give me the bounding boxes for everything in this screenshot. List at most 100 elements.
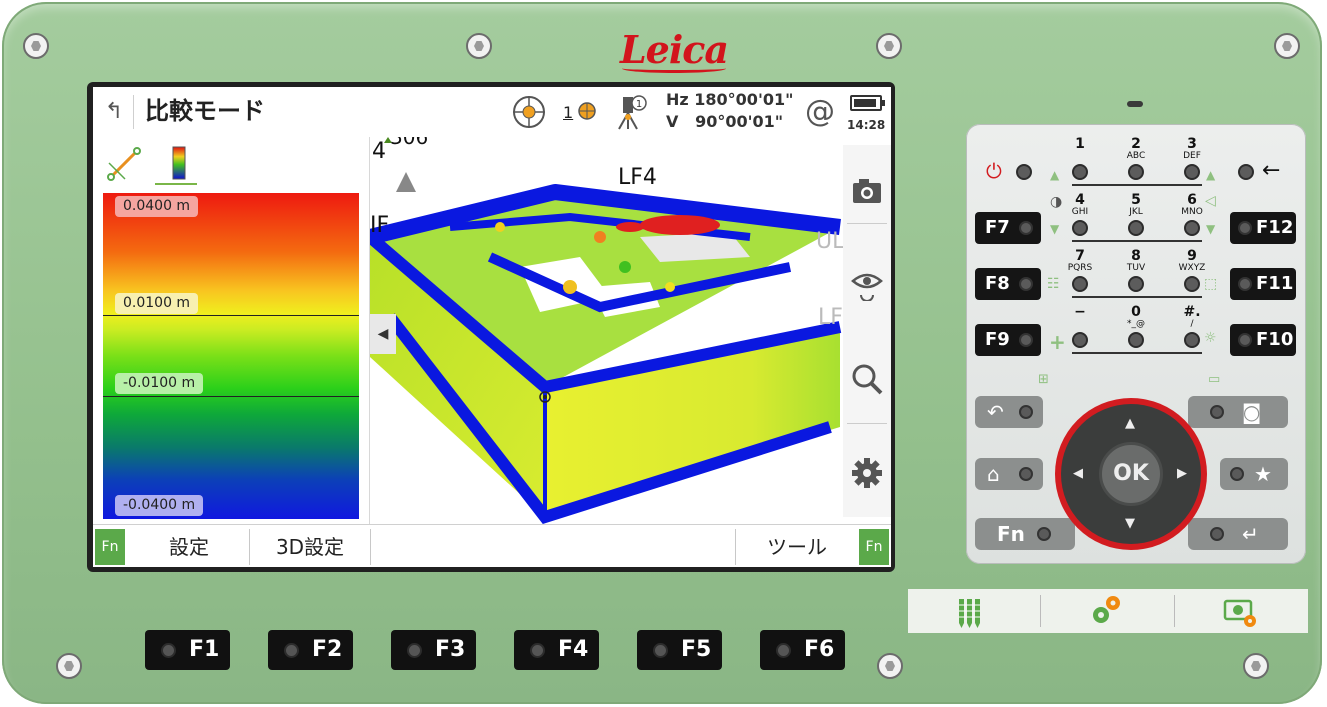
ok-button[interactable]: OK <box>1099 442 1163 506</box>
home-key[interactable]: ⌂ <box>975 458 1043 490</box>
prism-icon[interactable] <box>577 101 597 121</box>
star-icon: ★ <box>1254 462 1272 486</box>
digit-key[interactable] <box>1072 164 1088 180</box>
softkey-bar: Fn 設定 3D設定 ツール Fn <box>93 524 891 567</box>
left-panel: 0.0400 m 0.0100 m -0.0100 m -0.0400 m <box>93 137 369 524</box>
f10-key[interactable]: F10 <box>1230 324 1296 356</box>
svg-text:1: 1 <box>636 99 642 110</box>
divider <box>133 95 134 129</box>
up-arrow-icon: ▲ <box>1206 168 1216 182</box>
settings-softkey[interactable]: 設定 <box>129 529 249 565</box>
color-scale-bar: 0.0400 m 0.0100 m -0.0100 m -0.0400 m <box>103 193 359 519</box>
settings-gears-icon[interactable] <box>1088 593 1124 629</box>
left-arrow-key[interactable]: ◀ <box>1073 466 1083 481</box>
camera-icon: ◙ <box>1242 400 1262 424</box>
point-cloud-graphic <box>370 137 842 524</box>
scale-label-lower: -0.0100 m <box>115 373 204 394</box>
f4-key[interactable]: F4 <box>514 630 599 670</box>
point-cloud-3d-view[interactable]: 4 306 LF4 IF UL LF2 ◀ <box>370 137 843 524</box>
digit-sublabel: TUV <box>1126 263 1146 273</box>
digit-key[interactable] <box>1072 220 1088 236</box>
fn-key[interactable]: Fn <box>975 518 1075 550</box>
status-led <box>1127 101 1143 107</box>
digit-key[interactable] <box>1128 332 1144 348</box>
f8-key[interactable]: F8 <box>975 268 1041 300</box>
page-title: 比較モード <box>145 97 265 125</box>
digit-key[interactable] <box>1128 276 1144 292</box>
f2-key[interactable]: F2 <box>268 630 353 670</box>
screw <box>876 33 902 59</box>
plus-icon: + <box>1049 330 1066 354</box>
target-icon[interactable] <box>511 94 547 130</box>
f12-key[interactable]: F12 <box>1230 212 1296 244</box>
favorites-key[interactable]: ★ <box>1220 458 1288 490</box>
digit-key[interactable] <box>1184 276 1200 292</box>
scale-label-min: -0.0400 m <box>115 495 204 516</box>
f9-key[interactable]: F9 <box>975 324 1041 356</box>
camera-settings-icon[interactable] <box>1222 593 1258 629</box>
at-icon[interactable]: @ <box>805 95 835 129</box>
point-label: LF4 <box>618 165 657 190</box>
digit-key[interactable] <box>1184 220 1200 236</box>
point-label: IF <box>370 213 390 238</box>
tools-softkey[interactable]: ツール <box>736 529 858 565</box>
point-label: 306 <box>390 137 429 149</box>
digit-key[interactable] <box>1072 276 1088 292</box>
visibility-toggle-icon[interactable] <box>849 265 885 301</box>
scale-label-max: 0.0400 m <box>115 196 199 217</box>
digit-label: 5 <box>1131 192 1141 208</box>
clock: 14:28 <box>847 118 886 132</box>
digit-key[interactable] <box>1128 220 1144 236</box>
power-button[interactable] <box>1016 164 1032 180</box>
leica-controller: Leica ↰ 比較モード 1 1 Hz 180°00'01" V 90°00'… <box>0 0 1327 707</box>
f1-key[interactable]: F1 <box>145 630 230 670</box>
digit-key[interactable] <box>1072 332 1088 348</box>
gear-icon[interactable] <box>849 455 885 491</box>
digit-label: 8 <box>1131 248 1141 264</box>
contrast-icon: ◑ <box>1050 194 1063 210</box>
settings-3d-softkey[interactable]: 3D設定 <box>250 529 370 565</box>
prism-number[interactable]: 1 <box>563 103 573 122</box>
enter-key[interactable]: ↵ <box>1188 518 1288 550</box>
digit-key[interactable] <box>1184 332 1200 348</box>
digit-sublabel: ABC <box>1126 151 1146 161</box>
digit-sublabel: *_@ <box>1127 319 1145 329</box>
digit-key[interactable] <box>1184 164 1200 180</box>
digit-sublabel: DEF <box>1183 151 1201 161</box>
screw <box>466 33 492 59</box>
display: ↰ 比較モード 1 1 Hz 180°00'01" V 90°00'01" @ … <box>93 87 891 567</box>
down-arrow-icon: ▼ <box>1206 222 1216 236</box>
zoom-icon[interactable] <box>849 361 885 397</box>
collapse-panel-button[interactable]: ◀ <box>370 314 396 354</box>
enter-icon: ↵ <box>1242 522 1259 546</box>
digit-label: 4 <box>1075 192 1085 208</box>
monitor-icon: ▭ <box>1208 372 1221 387</box>
up-arrow-key[interactable]: ▲ <box>1125 416 1135 431</box>
digit-sublabel: JKL <box>1129 207 1143 217</box>
back-icon[interactable]: ↰ <box>101 99 127 125</box>
f11-key[interactable]: F11 <box>1230 268 1296 300</box>
fn-right-tag[interactable]: Fn <box>859 529 889 565</box>
down-arrow-key[interactable]: ▼ <box>1125 516 1135 531</box>
f3-key[interactable]: F3 <box>391 630 476 670</box>
instrument-icon[interactable]: 1 <box>613 93 649 131</box>
digit-sublabel: / <box>1190 319 1194 329</box>
hz-angle: Hz 180°00'01" <box>666 90 794 109</box>
f7-key[interactable]: F7 <box>975 212 1041 244</box>
camera-key[interactable]: ◙ <box>1188 396 1288 428</box>
digit-label: 7 <box>1075 248 1085 264</box>
power-icon: ⏻ <box>986 159 1002 183</box>
back-key[interactable]: ↶ <box>975 396 1043 428</box>
status-bar: ↰ 比較モード 1 1 Hz 180°00'01" V 90°00'01" @ … <box>93 87 891 137</box>
right-arrow-key[interactable]: ▶ <box>1177 466 1187 481</box>
digit-key[interactable] <box>1128 164 1144 180</box>
measure-line-icon[interactable] <box>105 145 143 183</box>
color-scale-icon[interactable] <box>161 145 199 185</box>
field-book-icon[interactable] <box>954 593 990 629</box>
backspace-button[interactable] <box>1238 164 1254 180</box>
fn-left-tag[interactable]: Fn <box>95 529 125 565</box>
active-tab-indicator <box>155 183 197 185</box>
camera-icon[interactable] <box>849 173 885 209</box>
f5-key[interactable]: F5 <box>637 630 722 670</box>
f6-key[interactable]: F6 <box>760 630 845 670</box>
